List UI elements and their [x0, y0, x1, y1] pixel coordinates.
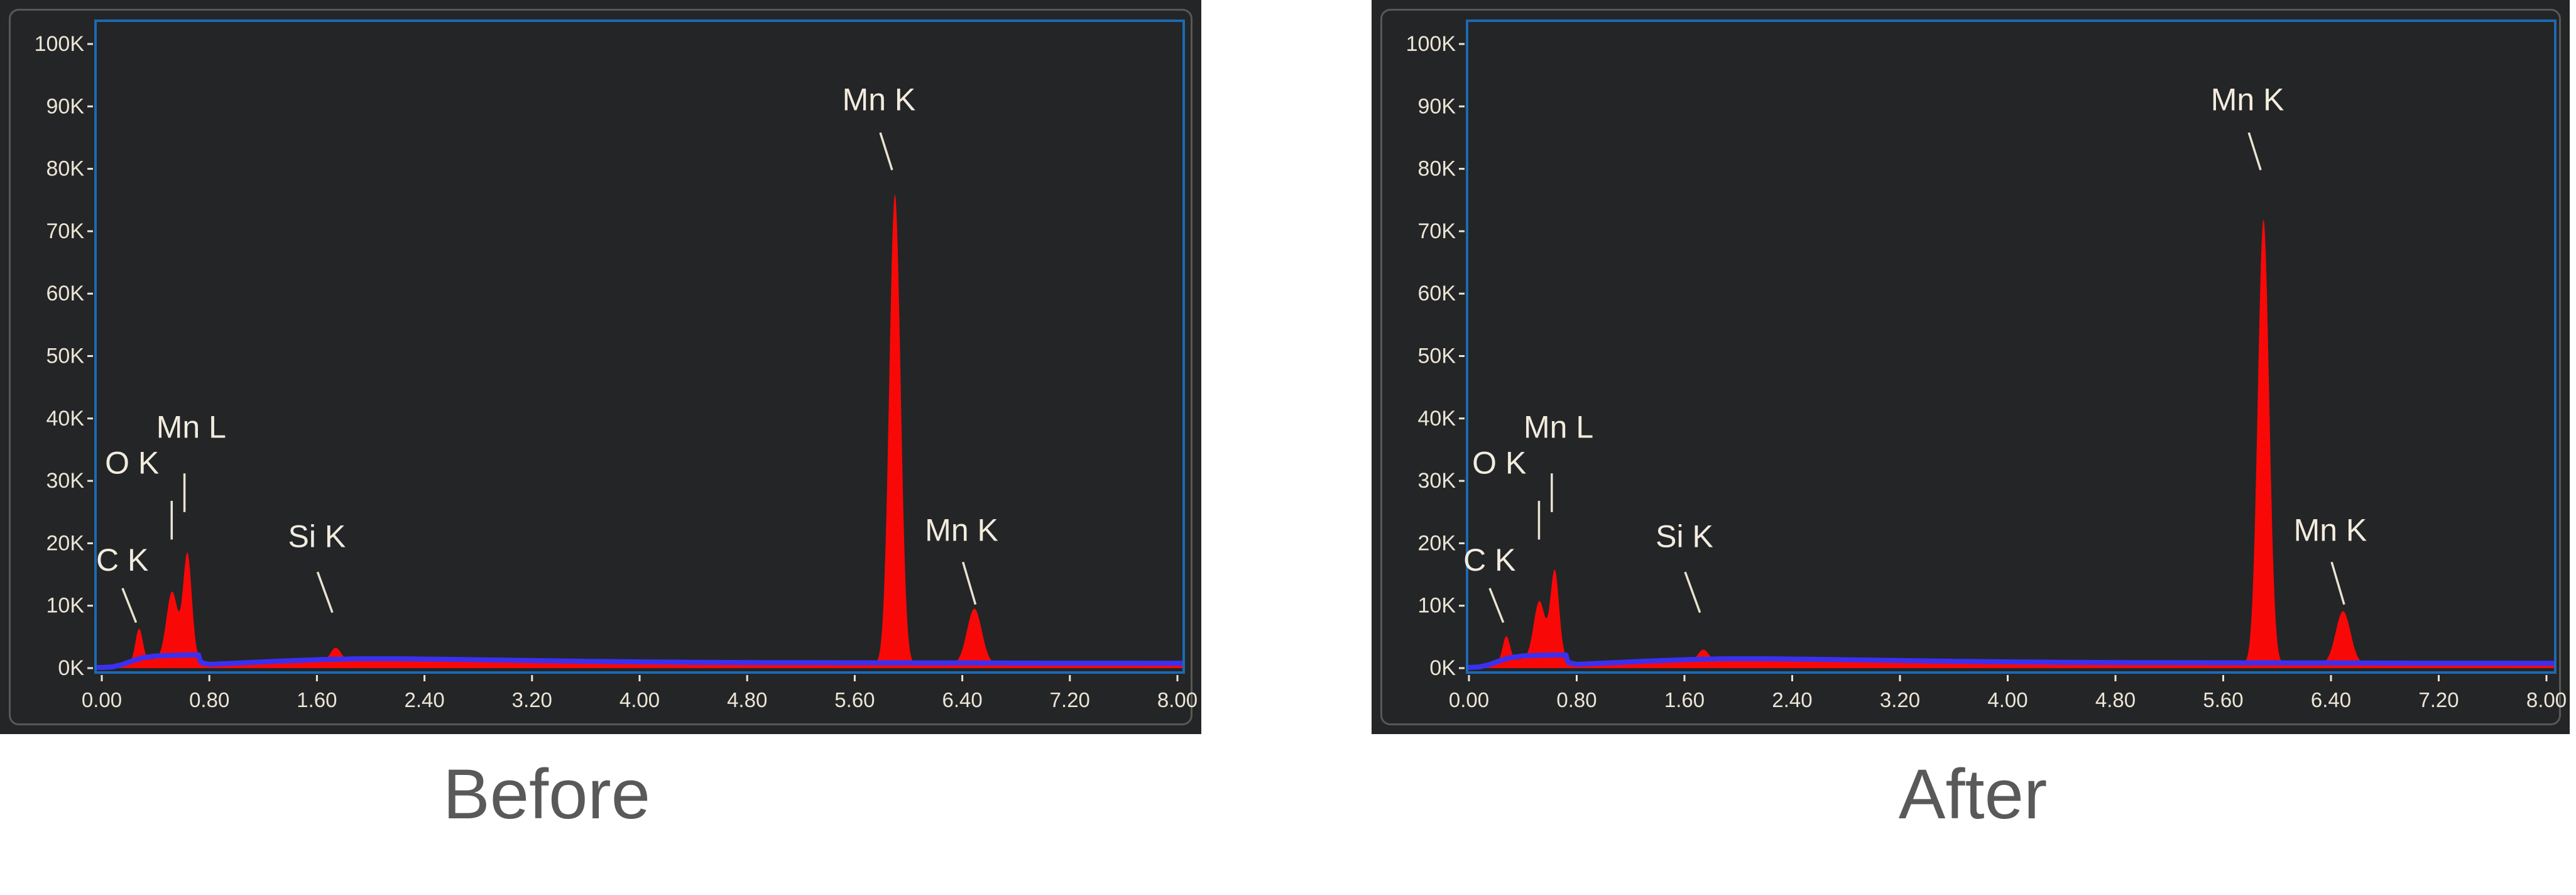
y-tick-label: 50K — [1418, 344, 1456, 368]
caption-after: After — [1372, 754, 2574, 835]
y-tick-label: 20K — [1418, 531, 1456, 555]
annotation-label-o-k: O K — [1472, 445, 1526, 480]
y-tick-label: 0K — [1429, 656, 1456, 680]
y-tick-label: 80K — [46, 157, 85, 181]
annotation-label-o-k: O K — [105, 445, 159, 480]
x-tick-label: 5.60 — [834, 688, 875, 711]
eds-spectrum-chart-after: 0K 10K 20K 30K 40K 50K 60K 70K 80K 90K 100K 0.00 0.8… — [1372, 0, 2570, 734]
spectrum-area — [97, 194, 1182, 668]
x-tick-label: 7.20 — [2418, 688, 2459, 711]
y-tick-label: 50K — [46, 344, 85, 368]
x-tick-label: 3.20 — [1880, 688, 1920, 711]
annotation-label-si-k: Si K — [1656, 519, 1713, 554]
y-tick-label: 90K — [46, 94, 85, 118]
y-tick-label: 10K — [1418, 594, 1456, 618]
y-tick-label: 40K — [46, 407, 85, 431]
x-tick-label: 5.60 — [2203, 688, 2243, 711]
x-tick-label: 7.20 — [1050, 688, 1090, 711]
y-tick-label: 10K — [46, 594, 85, 618]
annotation-leader-c-k — [1490, 588, 1504, 623]
x-tick-label: 1.60 — [297, 688, 337, 711]
x-tick-label: 6.40 — [942, 688, 982, 711]
x-tick-label: 4.00 — [619, 688, 660, 711]
x-tick-label: 4.80 — [2095, 688, 2136, 711]
x-tick-label: 0.80 — [1556, 688, 1596, 711]
y-tick-label: 100K — [35, 32, 85, 56]
x-tick-label: 2.40 — [1772, 688, 1812, 711]
plot-border — [1467, 21, 2555, 673]
y-tick-label: 40K — [1418, 407, 1456, 431]
spectrum-area — [1468, 219, 2554, 668]
y-tick-label: 70K — [46, 219, 85, 243]
caption-before: Before — [0, 754, 1093, 835]
annotation-label-mn-l: Mn L — [1524, 410, 1593, 445]
annotation-leader-c-k — [123, 588, 136, 623]
figure-canvas: 0K 10K 20K 30K 40K 50K 60K 70K 80K 90K 100K 0.00 0.8… — [0, 0, 2576, 895]
y-tick-label: 100K — [1406, 32, 1456, 56]
x-tick-label: 4.80 — [727, 688, 767, 711]
annotation-leader-mn-ka — [880, 133, 892, 170]
x-tick-label: 3.20 — [512, 688, 552, 711]
annotation-label-c-k: C K — [1463, 542, 1515, 578]
y-tick-label: 30K — [46, 469, 85, 493]
y-tick-label: 70K — [1418, 219, 1456, 243]
x-tick-label: 0.80 — [189, 688, 229, 711]
y-tick-label: 90K — [1418, 94, 1456, 118]
eds-spectrum-chart-before: 0K 10K 20K 30K 40K 50K 60K 70K 80K 90K 100K 0.00 0.8… — [0, 0, 1201, 734]
annotation-leader-si-k — [1685, 572, 1700, 613]
annotation-label-mn-ka: Mn K — [2211, 82, 2284, 117]
x-tick-label: 6.40 — [2311, 688, 2351, 711]
x-tick-label: 1.60 — [1664, 688, 1705, 711]
y-tick-label: 60K — [1418, 282, 1456, 305]
x-tick-label: 0.00 — [82, 688, 122, 711]
annotation-leader-mn-kb — [963, 562, 976, 605]
x-tick-label: 4.00 — [1987, 688, 2028, 711]
x-tick-label: 8.00 — [2526, 688, 2567, 711]
annotation-leader-si-k — [317, 572, 332, 613]
x-tick-label: 0.00 — [1449, 688, 1489, 711]
plot-border — [96, 21, 1184, 673]
spectrum-panel-after: 0K 10K 20K 30K 40K 50K 60K 70K 80K 90K 100K 0.00 0.8… — [1372, 0, 2570, 734]
y-tick-label: 20K — [46, 531, 85, 555]
y-tick-label: 60K — [46, 282, 85, 305]
annotation-leader-mn-ka — [2249, 133, 2261, 170]
x-tick-label: 2.40 — [404, 688, 444, 711]
annotation-label-mn-ka: Mn K — [843, 82, 916, 117]
spectrum-panel-before: 0K 10K 20K 30K 40K 50K 60K 70K 80K 90K 100K 0.00 0.8… — [0, 0, 1201, 734]
annotation-label-si-k: Si K — [288, 519, 346, 554]
y-tick-label: 80K — [1418, 157, 1456, 181]
annotation-label-mn-l: Mn L — [156, 410, 226, 445]
annotation-label-mn-kb: Mn K — [2294, 513, 2367, 548]
annotation-label-c-k: C K — [96, 542, 148, 578]
annotation-label-mn-kb: Mn K — [925, 513, 998, 548]
annotation-leader-mn-kb — [2332, 562, 2344, 605]
x-tick-label: 8.00 — [1157, 688, 1198, 711]
y-tick-label: 0K — [58, 656, 84, 680]
y-tick-label: 30K — [1418, 469, 1456, 493]
